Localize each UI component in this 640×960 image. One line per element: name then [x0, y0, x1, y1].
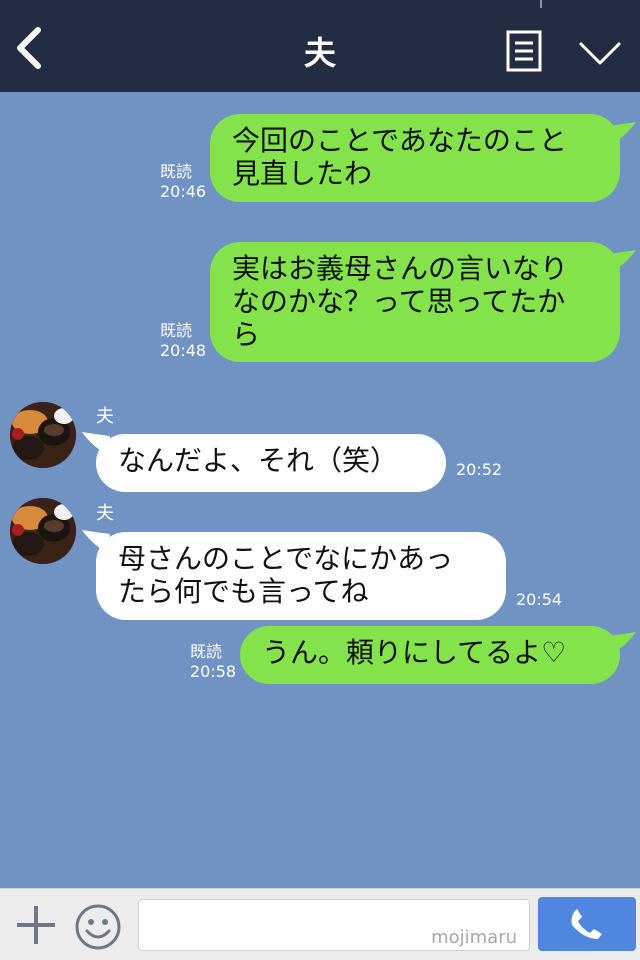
message-line: 今回のことであなたのこと [232, 124, 567, 157]
read-receipt: 既読 [160, 162, 193, 181]
food-photo-icon [10, 402, 76, 468]
incoming-message-bubble[interactable]: 母さんのことでなにかあっ たら何でも言ってね [96, 532, 506, 620]
message-line: ら [232, 318, 261, 351]
call-button[interactable] [538, 897, 636, 951]
menu-icon[interactable] [506, 30, 542, 72]
watermark-text: mojimaru [431, 927, 517, 948]
food-photo-icon [10, 498, 76, 564]
incoming-message-bubble[interactable]: なんだよ、それ（笑） [96, 434, 446, 492]
outgoing-message-bubble[interactable]: 今回のことであなたのこと 見直したわ [210, 114, 620, 202]
chat-header: 夫 [0, 0, 640, 92]
message-time: 20:54 [516, 590, 563, 609]
chat-title: 夫 [303, 34, 336, 72]
message-input-bar: mojimaru [0, 888, 640, 960]
message-line: たら何でも言ってね [118, 575, 369, 608]
message-time: 20:48 [160, 341, 207, 360]
message-time: 20:58 [190, 662, 237, 681]
message-line: なのかな？って思ってたか [232, 285, 566, 318]
plus-icon[interactable] [14, 903, 58, 947]
sender-name: 夫 [96, 406, 114, 427]
message-time: 20:46 [160, 182, 207, 201]
message-line: 見直したわ [232, 157, 373, 190]
outgoing-message-bubble[interactable]: うん。頼りにしてるよ♡ [240, 626, 620, 684]
bubble-tail [608, 250, 636, 272]
read-receipt: 既読 [160, 321, 193, 340]
chat-area[interactable]: 既読 20:46 今回のことであなたのこと 見直したわ 既読 20:48 実はお… [0, 92, 640, 888]
bubble-tail [608, 632, 636, 654]
message-line: うん。頼りにしてるよ♡ [262, 636, 567, 669]
emoji-icon[interactable] [74, 903, 122, 951]
outgoing-message-bubble[interactable]: 実はお義母さんの言いなり なのかな？って思ってたか ら [210, 242, 620, 362]
read-receipt: 既読 [190, 642, 223, 661]
message-meta: 既読 20:46 [160, 162, 206, 202]
message-input[interactable]: mojimaru [138, 899, 530, 951]
phone-icon [571, 909, 602, 939]
message-meta: 既読 20:48 [160, 321, 206, 361]
message-line: 母さんのことでなにかあっ [118, 542, 454, 575]
chevron-down-icon[interactable] [578, 40, 622, 68]
status-indicator [540, 0, 542, 8]
message-meta: 既読 20:58 [190, 642, 236, 682]
bubble-tail [608, 122, 636, 144]
sender-name: 夫 [96, 503, 114, 524]
avatar[interactable] [10, 498, 76, 564]
message-line: なんだよ、それ（笑） [118, 444, 399, 477]
message-time: 20:52 [456, 460, 503, 479]
message-line: 実はお義母さんの言いなり [232, 252, 569, 285]
avatar[interactable] [10, 402, 76, 468]
